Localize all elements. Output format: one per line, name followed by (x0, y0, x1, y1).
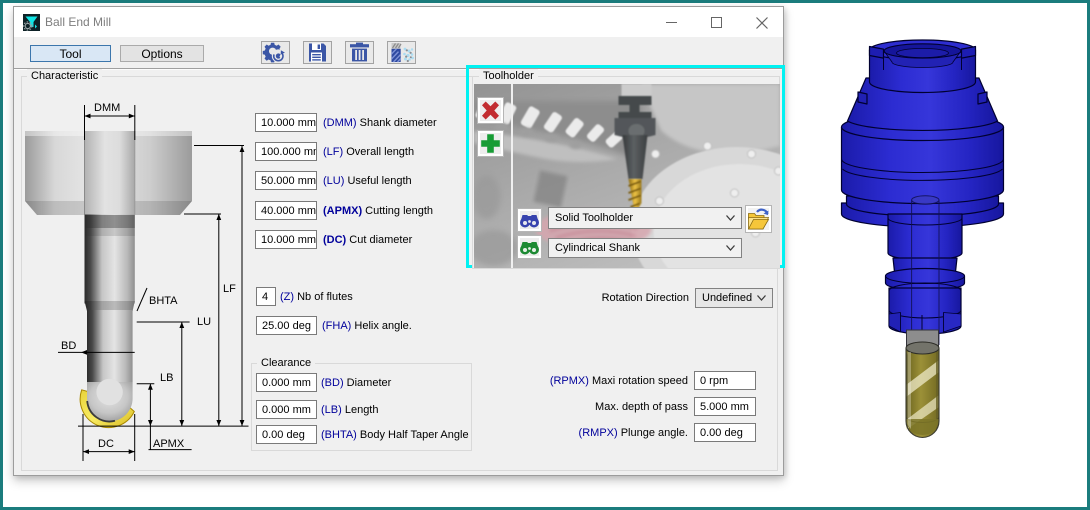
svg-text:BD: BD (61, 340, 76, 352)
svg-text:LB: LB (160, 372, 173, 384)
svg-text:LF: LF (223, 283, 236, 295)
svg-text:APMX: APMX (153, 438, 185, 450)
svg-text:LU: LU (197, 316, 211, 328)
svg-text:DC: DC (98, 438, 114, 450)
svg-text:BHTA: BHTA (149, 295, 178, 307)
svg-text:DMM: DMM (94, 102, 120, 114)
